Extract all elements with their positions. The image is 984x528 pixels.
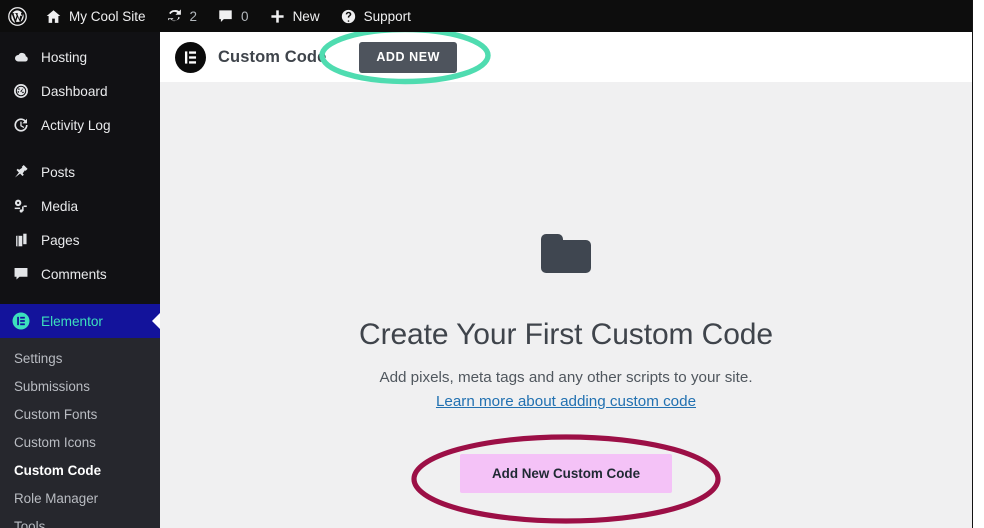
comment-bubble-icon [217,8,234,25]
page-title: Custom Code [218,47,327,66]
sidebar-item-label: Dashboard [41,83,108,99]
adminbar-updates-count: 2 [189,8,198,24]
comment-bubble-icon [11,265,31,283]
adminbar-support-label: Support [363,8,411,24]
pin-icon [11,163,31,181]
help-circle-icon [340,8,357,25]
submenu-item-custom-fonts[interactable]: Custom Fonts [0,401,160,429]
updates-icon [166,8,183,25]
plus-icon [269,8,286,25]
submenu-item-role-manager[interactable]: Role Manager [0,485,160,513]
add-new-custom-code-button[interactable]: Add New Custom Code [460,454,672,493]
sidebar-item-label: Pages [41,232,80,248]
page-header: Custom Code ADD NEW [160,32,972,85]
content-area: Custom Code ADD NEW Create Your First Cu… [160,32,972,528]
adminbar-new[interactable]: New [259,0,330,32]
sidebar-item-elementor[interactable]: Elementor [0,304,160,338]
adminbar-comments[interactable]: 0 [207,0,259,32]
sidebar-item-label: Media [41,198,79,214]
sidebar-item-dashboard[interactable]: Dashboard [0,74,160,108]
home-icon [45,8,62,25]
empty-state-panel: Create Your First Custom Code Add pixels… [160,82,972,524]
sidebar-separator [0,291,160,304]
window-right-border [972,0,973,528]
submenu-item-tools[interactable]: Tools [0,513,160,528]
adminbar-comments-count: 0 [241,8,249,24]
submenu-item-custom-code[interactable]: Custom Code [0,457,160,485]
admin-bar: My Cool Site 2 0 New Support [0,0,972,32]
folder-icon [160,229,972,277]
add-new-button[interactable]: ADD NEW [359,41,457,73]
elementor-logo-icon [175,41,206,73]
learn-more-link[interactable]: Learn more about adding custom code [436,393,696,410]
sidebar-item-label: Comments [41,266,107,282]
elementor-logo-icon [11,311,31,331]
sidebar-item-label: Hosting [41,49,88,65]
sidebar-item-activity-log[interactable]: Activity Log [0,108,160,142]
sidebar-item-media[interactable]: Media [0,189,160,223]
adminbar-wordpress-logo[interactable] [0,0,35,32]
adminbar-new-label: New [292,8,320,24]
media-icon [11,197,31,215]
window-right-gutter [972,0,984,528]
adminbar-site-name-label: My Cool Site [69,8,146,24]
wordpress-logo-icon [8,6,27,26]
sidebar-item-pages[interactable]: Pages [0,223,160,257]
submenu-item-custom-icons[interactable]: Custom Icons [0,429,160,457]
admin-sidebar: Hosting Dashboard Activity Log Posts Med… [0,32,160,528]
adminbar-site-name[interactable]: My Cool Site [35,0,156,32]
sidebar-item-label: Posts [41,164,75,180]
cloud-icon [11,48,31,66]
clock-history-icon [11,116,31,134]
wordpress-admin-screen: My Cool Site 2 0 New Support Hosting Das… [0,0,984,528]
dashboard-gauge-icon [11,82,31,100]
sidebar-item-posts[interactable]: Posts [0,155,160,189]
adminbar-updates[interactable]: 2 [156,0,208,32]
adminbar-support[interactable]: Support [330,0,421,32]
elementor-submenu: Settings Submissions Custom Fonts Custom… [0,338,160,528]
current-menu-arrow-icon [152,312,160,330]
sidebar-item-label: Activity Log [41,117,111,133]
submenu-item-submissions[interactable]: Submissions [0,373,160,401]
sidebar-item-label: Elementor [41,313,103,329]
sidebar-item-hosting[interactable]: Hosting [0,40,160,74]
sidebar-item-comments[interactable]: Comments [0,257,160,291]
sidebar-separator [0,142,160,155]
empty-state-title: Create Your First Custom Code [359,318,773,351]
cta-container: Add New Custom Code [160,434,972,524]
empty-state-subtitle: Add pixels, meta tags and any other scri… [379,369,753,386]
pages-icon [11,231,31,249]
submenu-item-settings[interactable]: Settings [0,345,160,373]
